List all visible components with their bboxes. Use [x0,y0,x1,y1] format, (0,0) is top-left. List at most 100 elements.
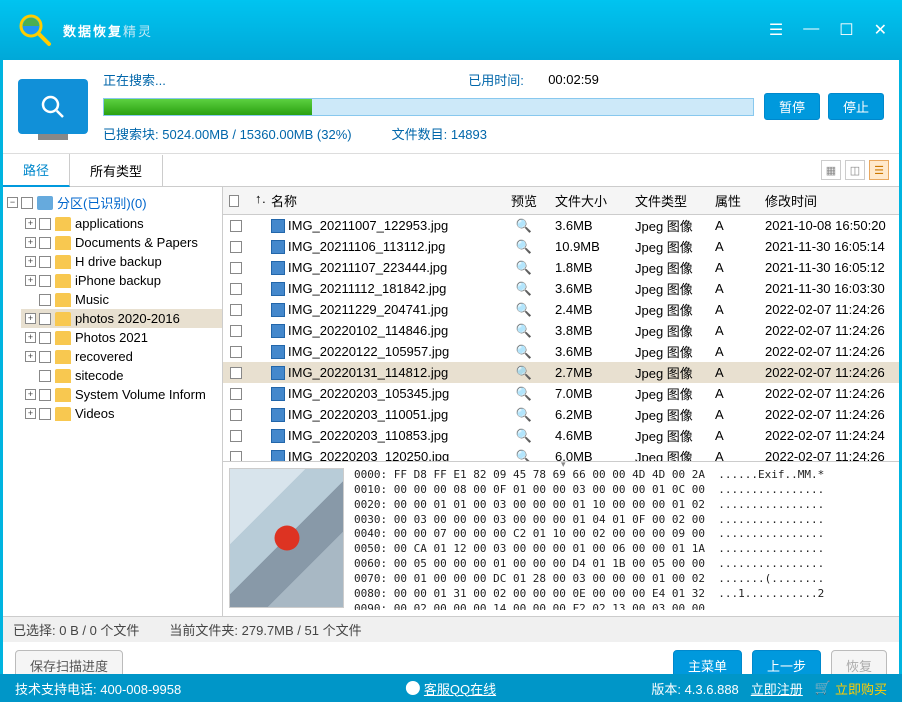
tree-root[interactable]: − 分区(已识别)(0) [3,191,222,214]
file-row[interactable]: IMG_20220203_110051.jpg🔍6.2MBJpeg 图像A202… [223,404,899,425]
file-row[interactable]: IMG_20220102_114846.jpg🔍3.8MBJpeg 图像A202… [223,320,899,341]
tree-checkbox[interactable] [39,351,51,363]
file-checkbox[interactable] [230,430,242,442]
tree-checkbox[interactable] [39,332,51,344]
col-size[interactable]: 文件大小 [549,191,629,210]
preview-icon[interactable]: 🔍 [516,302,532,317]
tree-checkbox[interactable] [39,294,51,306]
file-row[interactable]: IMG_20211107_223444.jpg🔍1.8MBJpeg 图像A202… [223,257,899,278]
file-row[interactable]: IMG_20211229_204741.jpg🔍2.4MBJpeg 图像A202… [223,299,899,320]
expand-icon[interactable]: + [25,237,36,248]
file-checkbox[interactable] [230,262,242,274]
tree-item[interactable]: +Documents & Papers [21,233,222,252]
tree-item[interactable]: +iPhone backup [21,271,222,290]
tree-item[interactable]: +H drive backup [21,252,222,271]
tree-checkbox[interactable] [39,313,51,325]
file-row[interactable]: IMG_20220122_105957.jpg🔍3.6MBJpeg 图像A202… [223,341,899,362]
file-checkbox[interactable] [230,346,242,358]
tree-checkbox[interactable] [39,256,51,268]
preview-icon[interactable]: 🔍 [516,386,532,401]
sort-arrow-icon[interactable]: ↑ [249,191,265,210]
file-checkbox[interactable] [230,220,242,232]
file-checkbox[interactable] [230,451,242,462]
file-mtime: 2022-02-07 11:24:26 [759,365,899,380]
col-attr[interactable]: 属性 [709,191,759,210]
pause-button[interactable]: 暂停 [764,93,820,120]
menu-button[interactable]: ☰ [769,20,783,40]
qq-support[interactable]: 客服QQ在线 [406,679,496,698]
file-row[interactable]: IMG_20211106_113112.jpg🔍10.9MBJpeg 图像A20… [223,236,899,257]
tree-item[interactable]: +photos 2020-2016 [21,309,222,328]
file-mtime: 2022-02-07 11:24:26 [759,449,899,461]
close-button[interactable]: ✕ [874,20,887,40]
file-checkbox[interactable] [230,283,242,295]
preview-icon[interactable]: 🔍 [516,449,532,462]
tree-checkbox[interactable] [39,275,51,287]
expand-icon[interactable]: + [25,218,36,229]
col-name[interactable]: 名称 [265,191,499,210]
expand-icon[interactable]: + [25,332,36,343]
tree-item[interactable]: +applications [21,214,222,233]
preview-icon[interactable]: 🔍 [516,260,532,275]
tree-checkbox[interactable] [39,218,51,230]
expand-icon[interactable]: − [7,197,18,208]
file-list-body[interactable]: IMG_20211007_122953.jpg🔍3.6MBJpeg 图像A202… [223,215,899,461]
tree-item[interactable]: +System Volume Inform [21,385,222,404]
file-row[interactable]: IMG_20220131_114812.jpg🔍2.7MBJpeg 图像A202… [223,362,899,383]
tree-checkbox[interactable] [39,237,51,249]
tree-item[interactable]: +Videos [21,404,222,423]
preview-icon[interactable]: 🔍 [516,428,532,443]
file-mtime: 2022-02-07 11:24:26 [759,302,899,317]
preview-icon[interactable]: 🔍 [516,365,532,380]
file-checkbox[interactable] [230,409,242,421]
expand-icon[interactable]: + [25,408,36,419]
file-row[interactable]: IMG_20211112_181842.jpg🔍3.6MBJpeg 图像A202… [223,278,899,299]
file-checkbox[interactable] [230,304,242,316]
hex-dump: 0000: FF D8 FF E1 82 09 45 78 69 66 00 0… [354,468,893,610]
header-checkbox[interactable] [229,195,239,207]
col-preview[interactable]: 预览 [499,191,549,210]
file-row[interactable]: IMG_20220203_110853.jpg🔍4.6MBJpeg 图像A202… [223,425,899,446]
preview-icon[interactable]: 🔍 [516,323,532,338]
col-type[interactable]: 文件类型 [629,191,709,210]
qq-icon [406,681,420,695]
minimize-button[interactable]: — [803,20,819,40]
stop-button[interactable]: 停止 [828,93,884,120]
tab-alltypes[interactable]: 所有类型 [70,155,163,186]
view-list-icon[interactable]: ☰ [869,160,889,180]
col-mtime[interactable]: 修改时间 [759,191,899,210]
tree-item[interactable]: Music [21,290,222,309]
tree-item[interactable]: sitecode [21,366,222,385]
file-type: Jpeg 图像 [629,405,709,424]
file-row[interactable]: IMG_20211007_122953.jpg🔍3.6MBJpeg 图像A202… [223,215,899,236]
expand-icon[interactable]: + [25,351,36,362]
file-checkbox[interactable] [230,325,242,337]
buy-link[interactable]: 🛒 立即购买 [815,679,887,698]
expand-icon[interactable]: + [25,275,36,286]
preview-icon[interactable]: 🔍 [516,344,532,359]
file-checkbox[interactable] [230,241,242,253]
preview-icon[interactable]: 🔍 [516,281,532,296]
preview-icon[interactable]: 🔍 [516,218,532,233]
tab-path[interactable]: 路径 [3,154,70,187]
view-grid-icon[interactable]: ▦ [821,160,841,180]
file-row[interactable]: IMG_20220203_105345.jpg🔍7.0MBJpeg 图像A202… [223,383,899,404]
register-link[interactable]: 立即注册 [751,679,803,698]
view-thumb-icon[interactable]: ◫ [845,160,865,180]
tree-checkbox[interactable] [21,197,33,209]
tree-item[interactable]: +recovered [21,347,222,366]
folder-tree[interactable]: − 分区(已识别)(0) +applications+Documents & P… [3,187,223,616]
tree-checkbox[interactable] [39,370,51,382]
file-checkbox[interactable] [230,388,242,400]
tree-item[interactable]: +Photos 2021 [21,328,222,347]
expand-icon[interactable]: + [25,389,36,400]
expand-icon[interactable]: + [25,313,36,324]
preview-icon[interactable]: 🔍 [516,407,532,422]
file-name: IMG_20211112_181842.jpg [288,281,446,296]
tree-checkbox[interactable] [39,389,51,401]
preview-icon[interactable]: 🔍 [516,239,532,254]
maximize-button[interactable]: ☐ [839,20,853,40]
file-checkbox[interactable] [230,367,242,379]
expand-icon[interactable]: + [25,256,36,267]
tree-checkbox[interactable] [39,408,51,420]
